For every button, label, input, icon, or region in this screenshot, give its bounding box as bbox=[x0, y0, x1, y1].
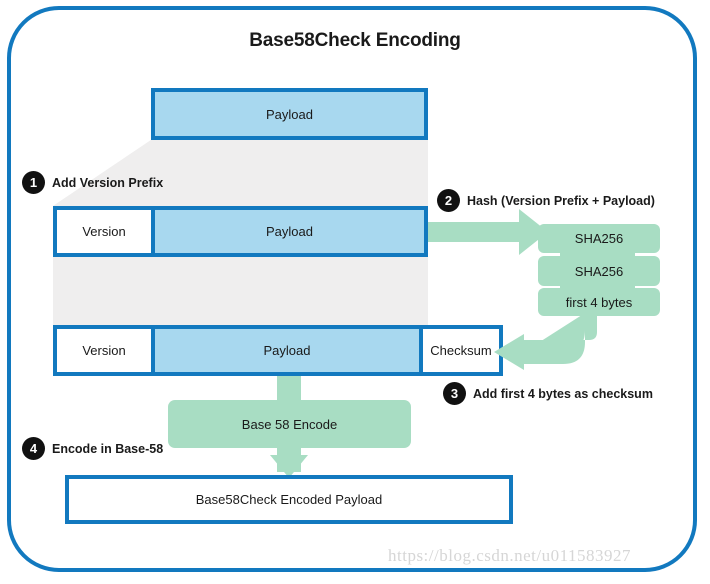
top-payload-box: Payload bbox=[151, 88, 428, 140]
step-badge-1: 1 Add Version Prefix bbox=[22, 171, 163, 194]
hash-box-label-1: SHA256 bbox=[574, 263, 624, 279]
step-label-1: Add Version Prefix bbox=[52, 175, 164, 190]
hash-box-label-2: first 4 bytes bbox=[565, 294, 633, 310]
version-cell-2: Version bbox=[57, 329, 151, 372]
step-number-2: 2 bbox=[437, 189, 460, 212]
version-label-2: Version bbox=[82, 343, 126, 358]
step-number-4: 4 bbox=[22, 437, 45, 460]
base58-encode-box: Base 58 Encode bbox=[168, 400, 411, 448]
encoded-payload-output-box: Base58Check Encoded Payload bbox=[65, 475, 513, 524]
step-badge-3: 3 Add first 4 bytes as checksum bbox=[443, 382, 653, 405]
encoded-payload-label: Base58Check Encoded Payload bbox=[195, 492, 383, 507]
hash-box-sha256-2: SHA256 bbox=[538, 256, 660, 286]
payload-label-2: Payload bbox=[263, 343, 311, 358]
step-label-2: Hash (Version Prefix + Payload) bbox=[467, 193, 655, 208]
step-number-1: 1 bbox=[22, 171, 45, 194]
payload-cell: Payload bbox=[151, 210, 424, 253]
diagram-title: Base58Check Encoding bbox=[249, 30, 461, 51]
version-payload-checksum-row: Version Payload Checksum bbox=[53, 325, 503, 376]
version-cell: Version bbox=[57, 210, 151, 253]
base58-encode-label: Base 58 Encode bbox=[241, 416, 338, 432]
step-badge-4: 4 Encode in Base-58 bbox=[22, 437, 163, 460]
hash-box-label-0: SHA256 bbox=[574, 231, 624, 246]
step-label-4: Encode in Base-58 bbox=[52, 441, 164, 456]
payload-label: Payload bbox=[266, 224, 313, 239]
step-badge-2: 2 Hash (Version Prefix + Payload) bbox=[437, 189, 655, 212]
checksum-cell: Checksum bbox=[423, 329, 499, 372]
step-label-3: Add first 4 bytes as checksum bbox=[473, 386, 653, 401]
diagram-canvas: Base58Check Encoding Payload Version Pay… bbox=[0, 0, 710, 584]
top-payload-label: Payload bbox=[266, 106, 313, 122]
checksum-label: Checksum bbox=[430, 343, 492, 358]
hash-box-first-4-bytes: first 4 bytes bbox=[538, 288, 660, 316]
watermark-text: https://blog.csdn.net/u011583927 bbox=[388, 546, 631, 565]
payload-cell-2: Payload bbox=[151, 329, 423, 372]
version-payload-row: Version Payload bbox=[53, 206, 428, 257]
version-label: Version bbox=[82, 224, 126, 239]
hash-box-sha256-1: SHA256 bbox=[538, 224, 660, 253]
step-number-3: 3 bbox=[443, 382, 466, 405]
